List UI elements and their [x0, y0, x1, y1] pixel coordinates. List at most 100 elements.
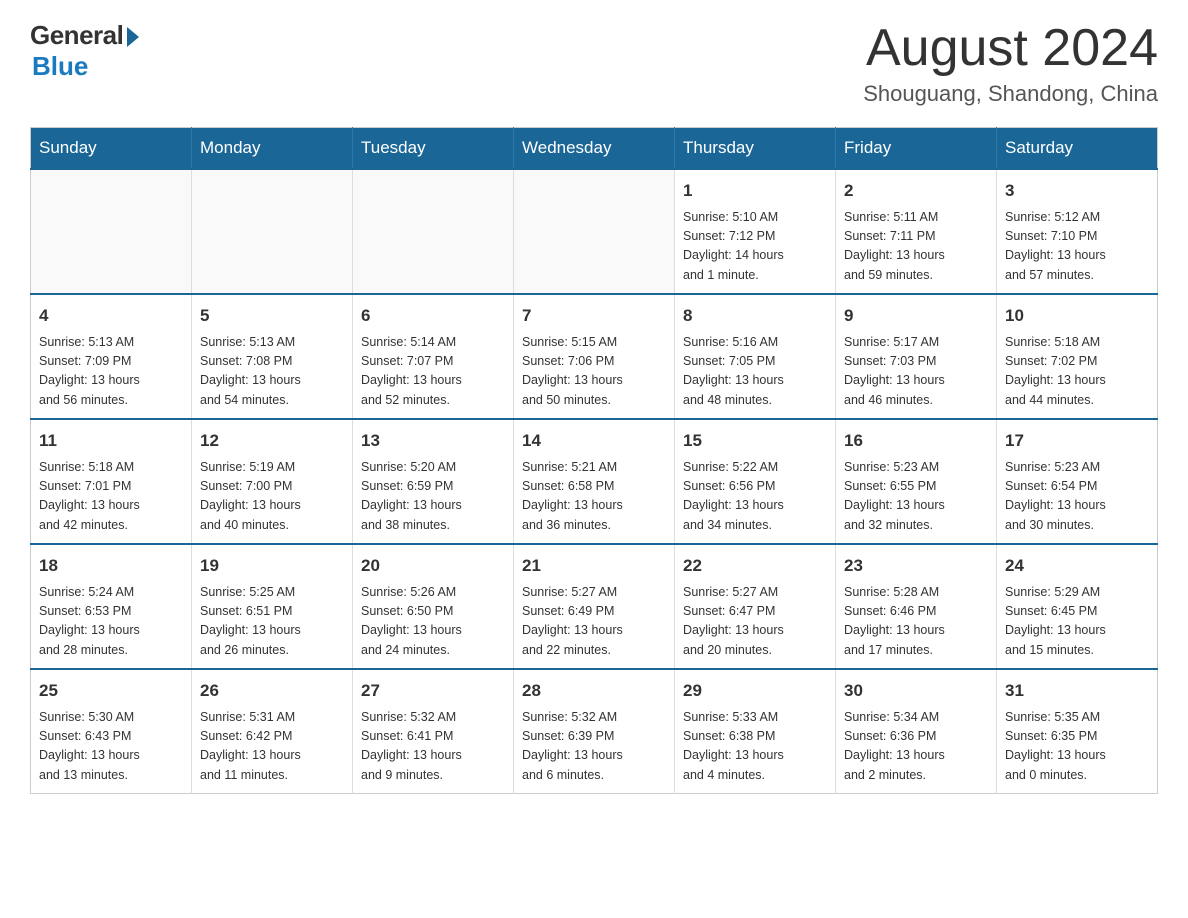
calendar-week-row: 1Sunrise: 5:10 AM Sunset: 7:12 PM Daylig…	[31, 169, 1158, 294]
day-info: Sunrise: 5:25 AM Sunset: 6:51 PM Dayligh…	[200, 583, 344, 661]
day-info: Sunrise: 5:32 AM Sunset: 6:39 PM Dayligh…	[522, 708, 666, 786]
day-number: 7	[522, 303, 666, 329]
logo-blue-text: Blue	[32, 51, 88, 82]
day-number: 14	[522, 428, 666, 454]
logo-general-text: General	[30, 20, 123, 51]
calendar-cell: 20 Sunrise: 5:26 AM Sunset: 6:50 PM Dayli…	[353, 544, 514, 669]
day-number: 11	[39, 428, 183, 454]
day-number: 19	[200, 553, 344, 579]
calendar-cell: 4 Sunrise: 5:13 AM Sunset: 7:09 PM Daylig…	[31, 294, 192, 419]
day-info: Sunrise: 5:12 AM Sunset: 7:10 PM Dayligh…	[1005, 208, 1149, 286]
calendar-cell: 3 Sunrise: 5:12 AM Sunset: 7:10 PM Daylig…	[997, 169, 1158, 294]
day-info: Sunrise: 5:13 AM Sunset: 7:08 PM Dayligh…	[200, 333, 344, 411]
day-info: Sunrise: 5:30 AM Sunset: 6:43 PM Dayligh…	[39, 708, 183, 786]
day-info: Sunrise: 5:29 AM Sunset: 6:45 PM Dayligh…	[1005, 583, 1149, 661]
day-number: 29	[683, 678, 827, 704]
weekday-header-thursday: Thursday	[675, 128, 836, 170]
calendar-cell: 14 Sunrise: 5:21 AM Sunset: 6:58 PM Dayli…	[514, 419, 675, 544]
day-info: Sunrise: 5:14 AM Sunset: 7:07 PM Dayligh…	[361, 333, 505, 411]
day-number: 8	[683, 303, 827, 329]
day-info: Sunrise: 5:35 AM Sunset: 6:35 PM Dayligh…	[1005, 708, 1149, 786]
day-number: 27	[361, 678, 505, 704]
day-number: 10	[1005, 303, 1149, 329]
day-number: 16	[844, 428, 988, 454]
calendar-cell: 9 Sunrise: 5:17 AM Sunset: 7:03 PM Daylig…	[836, 294, 997, 419]
day-number: 4	[39, 303, 183, 329]
calendar-cell: 16Sunrise: 5:23 AM Sunset: 6:55 PM Dayli…	[836, 419, 997, 544]
calendar-cell: 10 Sunrise: 5:18 AM Sunset: 7:02 PM Dayli…	[997, 294, 1158, 419]
calendar-cell: 5 Sunrise: 5:13 AM Sunset: 7:08 PM Daylig…	[192, 294, 353, 419]
calendar-cell: 15 Sunrise: 5:22 AM Sunset: 6:56 PM Dayli…	[675, 419, 836, 544]
day-info: Sunrise: 5:27 AM Sunset: 6:49 PM Dayligh…	[522, 583, 666, 661]
day-info: Sunrise: 5:18 AM Sunset: 7:01 PM Dayligh…	[39, 458, 183, 536]
day-number: 17	[1005, 428, 1149, 454]
day-number: 22	[683, 553, 827, 579]
day-number: 26	[200, 678, 344, 704]
calendar-cell: 6Sunrise: 5:14 AM Sunset: 7:07 PM Daylig…	[353, 294, 514, 419]
calendar-cell: 1Sunrise: 5:10 AM Sunset: 7:12 PM Daylig…	[675, 169, 836, 294]
day-info: Sunrise: 5:22 AM Sunset: 6:56 PM Dayligh…	[683, 458, 827, 536]
day-info: Sunrise: 5:18 AM Sunset: 7:02 PM Dayligh…	[1005, 333, 1149, 411]
calendar-cell: 11 Sunrise: 5:18 AM Sunset: 7:01 PM Dayli…	[31, 419, 192, 544]
day-info: Sunrise: 5:27 AM Sunset: 6:47 PM Dayligh…	[683, 583, 827, 661]
calendar-cell: 19 Sunrise: 5:25 AM Sunset: 6:51 PM Dayli…	[192, 544, 353, 669]
day-info: Sunrise: 5:17 AM Sunset: 7:03 PM Dayligh…	[844, 333, 988, 411]
day-number: 23	[844, 553, 988, 579]
day-info: Sunrise: 5:11 AM Sunset: 7:11 PM Dayligh…	[844, 208, 988, 286]
calendar-cell	[31, 169, 192, 294]
day-info: Sunrise: 5:26 AM Sunset: 6:50 PM Dayligh…	[361, 583, 505, 661]
calendar-cell: 22 Sunrise: 5:27 AM Sunset: 6:47 PM Dayli…	[675, 544, 836, 669]
day-number: 12	[200, 428, 344, 454]
day-info: Sunrise: 5:28 AM Sunset: 6:46 PM Dayligh…	[844, 583, 988, 661]
day-number: 5	[200, 303, 344, 329]
logo: General Blue	[30, 20, 139, 82]
day-info: Sunrise: 5:34 AM Sunset: 6:36 PM Dayligh…	[844, 708, 988, 786]
day-number: 31	[1005, 678, 1149, 704]
day-info: Sunrise: 5:32 AM Sunset: 6:41 PM Dayligh…	[361, 708, 505, 786]
calendar-cell: 27 Sunrise: 5:32 AM Sunset: 6:41 PM Dayli…	[353, 669, 514, 794]
day-info: Sunrise: 5:21 AM Sunset: 6:58 PM Dayligh…	[522, 458, 666, 536]
day-number: 9	[844, 303, 988, 329]
calendar-cell: 12 Sunrise: 5:19 AM Sunset: 7:00 PM Dayli…	[192, 419, 353, 544]
calendar-cell: 7Sunrise: 5:15 AM Sunset: 7:06 PM Daylig…	[514, 294, 675, 419]
calendar-cell	[353, 169, 514, 294]
calendar-cell: 23 Sunrise: 5:28 AM Sunset: 6:46 PM Dayli…	[836, 544, 997, 669]
calendar-cell: 21Sunrise: 5:27 AM Sunset: 6:49 PM Dayli…	[514, 544, 675, 669]
day-number: 20	[361, 553, 505, 579]
day-number: 3	[1005, 178, 1149, 204]
weekday-header-saturday: Saturday	[997, 128, 1158, 170]
day-info: Sunrise: 5:20 AM Sunset: 6:59 PM Dayligh…	[361, 458, 505, 536]
calendar-week-row: 11 Sunrise: 5:18 AM Sunset: 7:01 PM Dayli…	[31, 419, 1158, 544]
day-number: 30	[844, 678, 988, 704]
day-number: 28	[522, 678, 666, 704]
weekday-header-wednesday: Wednesday	[514, 128, 675, 170]
title-area: August 2024 Shouguang, Shandong, China	[863, 20, 1158, 107]
calendar-week-row: 4 Sunrise: 5:13 AM Sunset: 7:09 PM Daylig…	[31, 294, 1158, 419]
day-number: 2	[844, 178, 988, 204]
weekday-header-friday: Friday	[836, 128, 997, 170]
day-number: 25	[39, 678, 183, 704]
calendar-cell	[192, 169, 353, 294]
weekday-header-monday: Monday	[192, 128, 353, 170]
day-info: Sunrise: 5:19 AM Sunset: 7:00 PM Dayligh…	[200, 458, 344, 536]
calendar-cell	[514, 169, 675, 294]
day-info: Sunrise: 5:13 AM Sunset: 7:09 PM Dayligh…	[39, 333, 183, 411]
day-number: 15	[683, 428, 827, 454]
calendar-cell: 26Sunrise: 5:31 AM Sunset: 6:42 PM Dayli…	[192, 669, 353, 794]
weekday-header-row: SundayMondayTuesdayWednesdayThursdayFrid…	[31, 128, 1158, 170]
month-title: August 2024	[863, 20, 1158, 77]
calendar-week-row: 18Sunrise: 5:24 AM Sunset: 6:53 PM Dayli…	[31, 544, 1158, 669]
location-title: Shouguang, Shandong, China	[863, 81, 1158, 107]
calendar-cell: 25 Sunrise: 5:30 AM Sunset: 6:43 PM Dayli…	[31, 669, 192, 794]
weekday-header-sunday: Sunday	[31, 128, 192, 170]
calendar-cell: 29Sunrise: 5:33 AM Sunset: 6:38 PM Dayli…	[675, 669, 836, 794]
day-number: 13	[361, 428, 505, 454]
logo-arrow-icon	[127, 27, 139, 47]
day-number: 1	[683, 178, 827, 204]
calendar-cell: 30 Sunrise: 5:34 AM Sunset: 6:36 PM Dayli…	[836, 669, 997, 794]
calendar-cell: 13 Sunrise: 5:20 AM Sunset: 6:59 PM Dayli…	[353, 419, 514, 544]
day-number: 24	[1005, 553, 1149, 579]
calendar-cell: 2 Sunrise: 5:11 AM Sunset: 7:11 PM Daylig…	[836, 169, 997, 294]
day-info: Sunrise: 5:23 AM Sunset: 6:54 PM Dayligh…	[1005, 458, 1149, 536]
calendar-cell: 8Sunrise: 5:16 AM Sunset: 7:05 PM Daylig…	[675, 294, 836, 419]
